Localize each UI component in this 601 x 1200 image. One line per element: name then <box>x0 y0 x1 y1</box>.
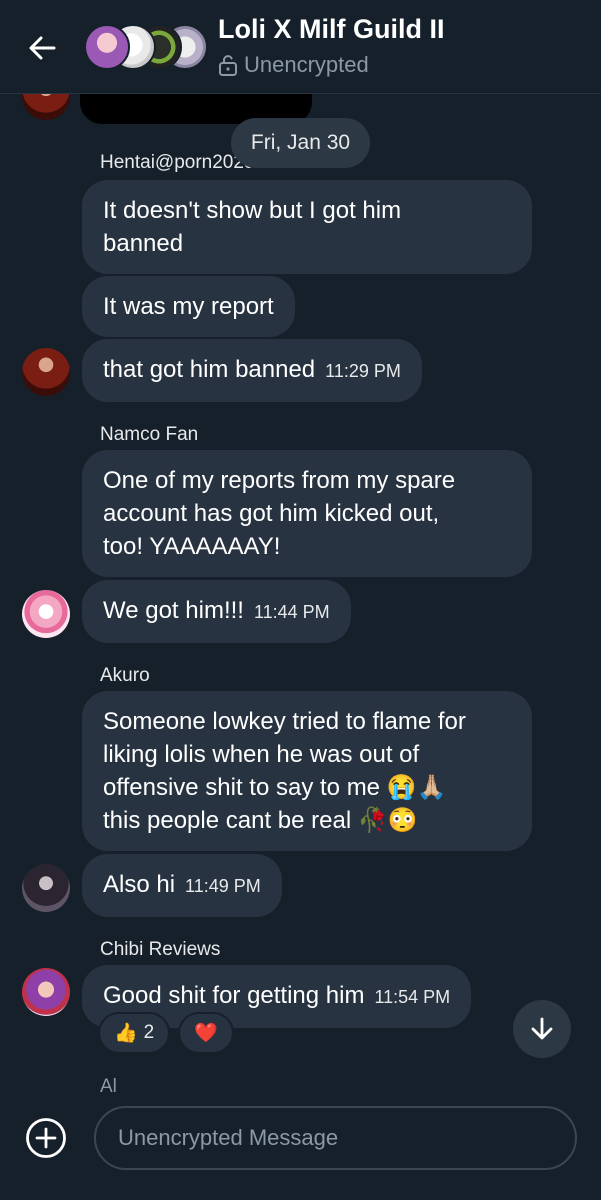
message-bubble[interactable]: It was my report <box>82 276 295 337</box>
sender-name: Hentai@porn2025 <box>100 152 255 173</box>
message-bubble[interactable]: It doesn't show but I got him banned <box>82 180 532 274</box>
sender-name: Akuro <box>100 665 150 686</box>
arrow-down-icon <box>531 1017 553 1040</box>
message-input[interactable] <box>94 1106 577 1170</box>
message-timestamp: 11:29 PM <box>325 361 401 381</box>
message-text: It was my report <box>103 293 274 320</box>
message-text: One of my reports from my spare account … <box>103 467 456 560</box>
add-circle-icon <box>26 1118 66 1158</box>
message-bubble[interactable]: One of my reports from my spare account … <box>82 450 532 577</box>
message-timestamp: 11:49 PM <box>185 876 261 896</box>
chat-header: Loli X Milf Guild II Unencrypted <box>0 0 601 94</box>
lock-open-icon <box>219 55 237 76</box>
heart-icon: ❤️ <box>194 1023 218 1044</box>
reaction-count: 2 <box>143 1022 155 1043</box>
message-bubble[interactable]: Also hi 11:49 PM <box>82 854 282 917</box>
encryption-status-label: Unencrypted <box>244 52 369 77</box>
avatar[interactable] <box>22 590 70 638</box>
message-bubble[interactable]: Someone lowkey tried to flame for liking… <box>82 691 532 851</box>
message-timestamp: 11:54 PM <box>374 987 451 1007</box>
message-bubble[interactable]: We got him!!! 11:44 PM <box>82 580 351 643</box>
member-avatar <box>84 24 130 70</box>
message-text: It doesn't show but I got him banned <box>103 197 402 257</box>
group-avatar-stack[interactable] <box>84 24 208 72</box>
avatar[interactable] <box>22 94 70 120</box>
back-arrow-icon <box>29 36 56 60</box>
scroll-to-bottom-button[interactable] <box>513 1000 571 1058</box>
back-button[interactable] <box>22 28 62 68</box>
thumbs-up-icon: 👍 <box>114 1023 138 1044</box>
message-text: Also hi <box>103 871 176 898</box>
message-text: Someone lowkey tried to flame for liking… <box>103 708 466 834</box>
date-separator: Fri, Jan 30 <box>231 118 370 168</box>
message-text: We got him!!! <box>103 597 244 624</box>
add-attachment-button[interactable] <box>24 1116 68 1160</box>
sender-name: Chibi Reviews <box>100 939 221 960</box>
message-timestamp: 11:44 PM <box>253 602 330 622</box>
reaction-thumbs-up[interactable]: 👍 2 <box>98 1012 171 1054</box>
message-list[interactable]: Hentai@porn2025 Fri, Jan 30 It doesn't s… <box>0 94 601 1100</box>
message-text: that got him banned <box>103 356 316 383</box>
message-bubble[interactable]: that got him banned 11:29 PM <box>82 339 422 402</box>
avatar[interactable] <box>22 864 70 912</box>
avatar[interactable] <box>22 968 70 1016</box>
reaction-row: 👍 2 ❤️ <box>98 1012 234 1054</box>
message-text: Good shit for getting him <box>103 982 365 1009</box>
reaction-heart[interactable]: ❤️ <box>178 1012 234 1054</box>
encryption-status: Unencrypted <box>218 52 369 78</box>
conversation-title[interactable]: Loli X Milf Guild II <box>218 14 444 45</box>
sender-name: Namco Fan <box>100 424 199 445</box>
composer-bar <box>0 1100 601 1200</box>
sender-name: Al <box>100 1076 117 1097</box>
avatar[interactable] <box>22 348 70 396</box>
